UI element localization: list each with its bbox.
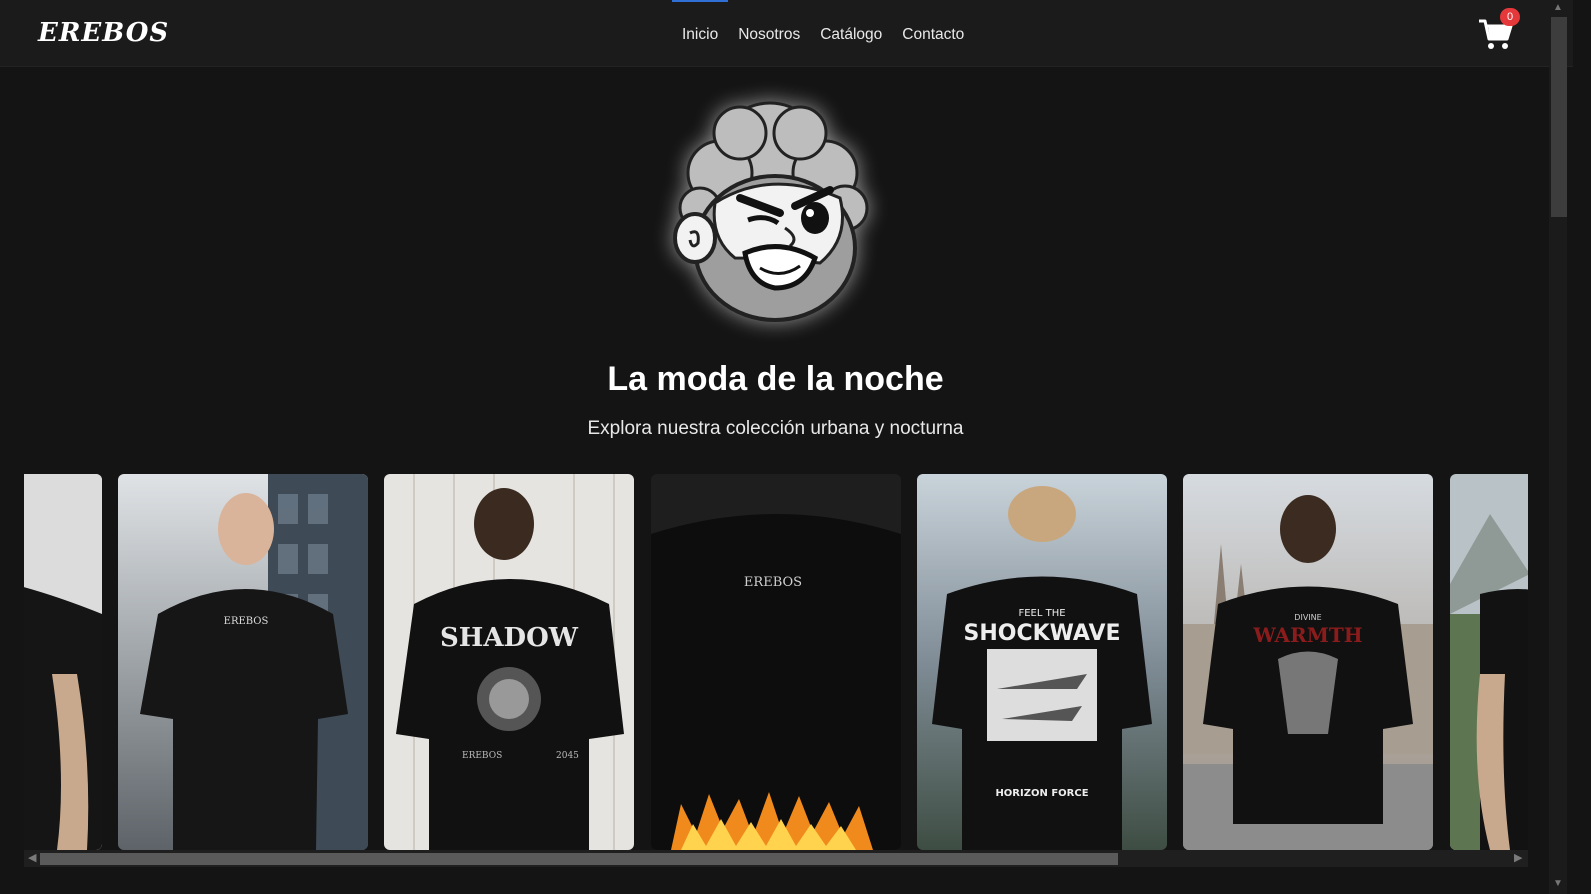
gallery-card[interactable]: SHADOW EREBOS 2045: [384, 474, 634, 850]
top-navbar: EREBOS Inicio Nosotros Catálogo Contacto…: [0, 0, 1573, 67]
cart-count-badge: 0: [1500, 8, 1520, 26]
cart-button[interactable]: 0: [1478, 8, 1524, 56]
shirt-print-text: DIVINE: [1294, 613, 1321, 622]
gallery-card[interactable]: DIVINE WARMTH: [1183, 474, 1433, 850]
shirt-print-text: 2045: [556, 751, 579, 761]
gallery-card[interactable]: [24, 474, 102, 850]
product-gallery: EREBOS SHADOW EREBOS 2045 EREBOS FEEL TH…: [24, 474, 1528, 850]
shirt-print-text: HORIZON FORCE: [995, 788, 1088, 799]
hero-subtitle: Explora nuestra colección urbana y noctu…: [587, 418, 964, 439]
nav-item-catalogo[interactable]: Catálogo: [810, 0, 892, 67]
nav-links: Inicio Nosotros Catálogo Contacto: [672, 0, 974, 67]
gallery-card[interactable]: EREBOS: [651, 474, 901, 850]
scroll-left-arrow-icon[interactable]: ◀: [28, 851, 36, 864]
scroll-right-arrow-icon[interactable]: ▶: [1514, 851, 1522, 864]
shirt-print-text: EREBOS: [224, 616, 269, 627]
nav-item-contacto[interactable]: Contacto: [892, 0, 974, 67]
hero-title: La moda de la noche: [607, 360, 944, 398]
gallery-card[interactable]: EREBOS: [118, 474, 368, 850]
brand-logo[interactable]: EREBOS: [38, 18, 169, 48]
shirt-print-text: FEEL THE: [1018, 608, 1065, 619]
nav-item-nosotros[interactable]: Nosotros: [728, 0, 810, 67]
shirt-print-text: WARMTH: [1252, 623, 1362, 647]
shirt-print-text: SHOCKWAVE: [963, 621, 1120, 646]
scroll-down-arrow-icon[interactable]: ▼: [1553, 878, 1563, 889]
nav-item-inicio[interactable]: Inicio: [672, 0, 729, 67]
gallery-scroll-thumb[interactable]: [40, 853, 1118, 865]
page-vertical-scrollbar[interactable]: ▲ ▼: [1549, 0, 1567, 894]
shirt-print-text: EREBOS: [744, 575, 802, 590]
gallery-horizontal-scrollbar[interactable]: ◀ ▶: [24, 850, 1528, 867]
shirt-print-text: EREBOS: [462, 751, 502, 761]
gallery-card[interactable]: FEEL THE SHOCKWAVE HORIZON FORCE: [917, 474, 1167, 850]
gallery-card[interactable]: [1450, 474, 1528, 850]
scroll-up-arrow-icon[interactable]: ▲: [1553, 2, 1563, 13]
page-scroll-thumb[interactable]: [1551, 17, 1567, 217]
shirt-print-text: SHADOW: [440, 623, 579, 653]
mascot-angry-face-icon: [650, 88, 890, 328]
